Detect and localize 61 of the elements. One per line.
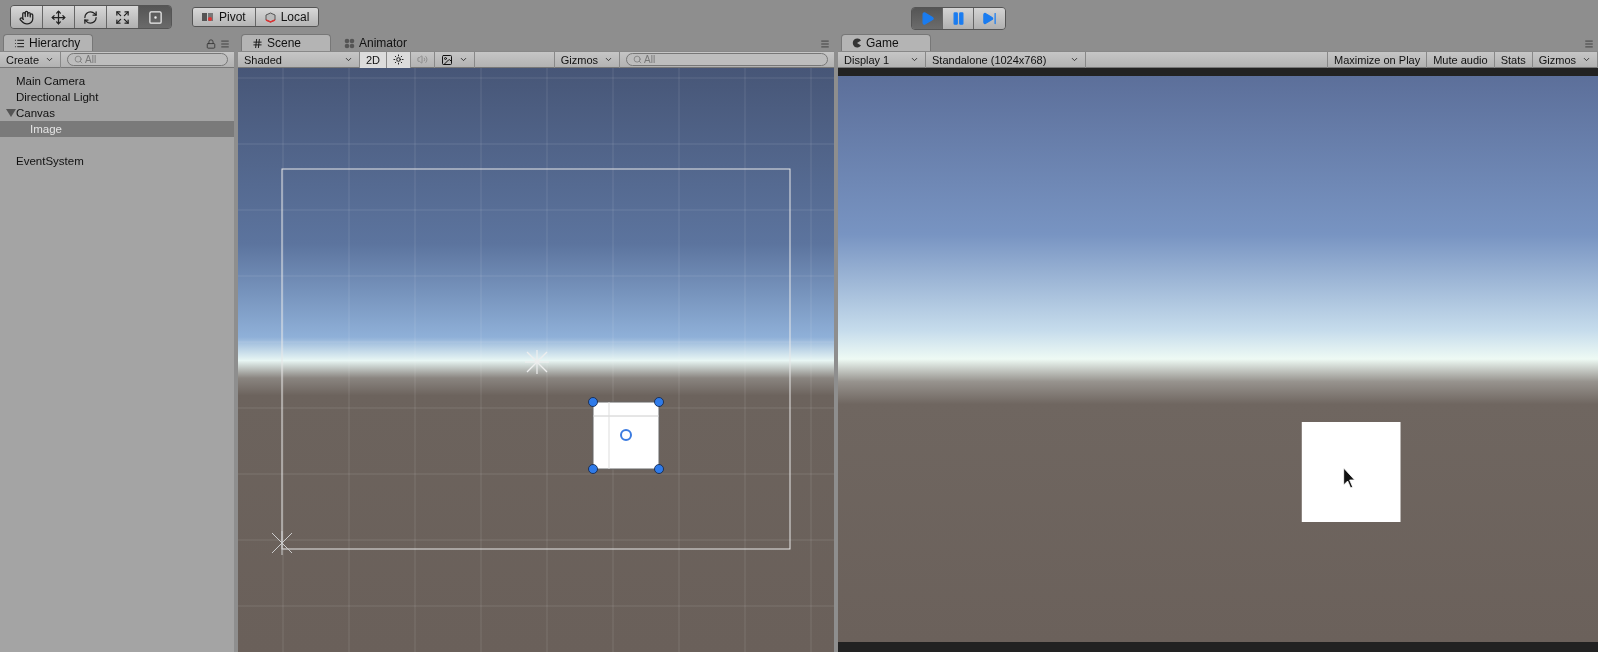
- search-icon: [633, 55, 642, 64]
- gizmos-dropdown[interactable]: Gizmos: [554, 51, 620, 68]
- caret-icon: [910, 55, 919, 64]
- nodes-icon: [344, 37, 355, 49]
- scale-icon: [115, 9, 130, 25]
- caret-icon: [344, 55, 353, 64]
- gizmos-dropdown[interactable]: Gizmos: [1532, 51, 1598, 68]
- grid-icon: [252, 37, 263, 49]
- tool-button[interactable]: [107, 6, 139, 28]
- playback-button[interactable]: [974, 8, 1005, 29]
- toggle-button[interactable]: Pivot: [193, 8, 256, 26]
- move-arrows-icon: [51, 9, 66, 25]
- lock-icon: [206, 39, 216, 49]
- toggle-button[interactable]: Local: [255, 8, 319, 26]
- menu-icon: [1584, 39, 1594, 49]
- light-gizmo-icon: [524, 349, 550, 375]
- menu-icon: [220, 39, 230, 49]
- image-icon: [441, 53, 454, 66]
- pacman-icon: [852, 38, 862, 48]
- list-icon: [14, 37, 25, 49]
- option-toggle[interactable]: Mute audio: [1427, 51, 1495, 68]
- panel-tab[interactable]: Hierarchy: [3, 34, 93, 51]
- search-icon: [74, 55, 84, 64]
- panel-tab[interactable]: Game: [841, 34, 931, 51]
- camera-gizmo-icon: [271, 530, 293, 556]
- caret-icon: [45, 55, 55, 64]
- menu-icon: [820, 39, 830, 49]
- speaker-icon: [417, 54, 429, 65]
- caret-icon: [604, 55, 613, 64]
- hand-icon: [19, 9, 34, 25]
- panel-tab[interactable]: Scene: [241, 34, 331, 51]
- pivot-icon: [202, 12, 214, 22]
- rotate-icon: [83, 9, 98, 25]
- rect-tool-icon: [147, 9, 163, 25]
- resolution-dropdown[interactable]: Standalone (1024x768): [926, 51, 1086, 68]
- hierarchy-item[interactable]: Directional Light: [0, 89, 234, 105]
- tool-button[interactable]: [43, 6, 75, 28]
- display-dropdown[interactable]: Display 1: [838, 51, 926, 68]
- play-icon: [919, 11, 935, 26]
- create-dropdown[interactable]: Create: [0, 51, 62, 68]
- option-toggle[interactable]: Stats: [1494, 51, 1533, 68]
- mode-2d-toggle[interactable]: 2D: [360, 51, 388, 68]
- hierarchy-item[interactable]: Canvas: [0, 105, 234, 121]
- pause-icon: [950, 11, 966, 26]
- image-rect-gizmo[interactable]: [588, 397, 664, 474]
- cube-icon: [264, 11, 276, 23]
- caret-icon: [1582, 55, 1591, 64]
- hierarchy-item[interactable]: Main Camera: [0, 73, 234, 89]
- mouse-cursor-icon: [1343, 467, 1356, 489]
- panel-tab[interactable]: Animator: [333, 34, 419, 51]
- playback-button[interactable]: [943, 8, 974, 29]
- expanded-triangle-icon[interactable]: [6, 108, 16, 118]
- step-icon: [982, 11, 997, 26]
- tool-button[interactable]: [75, 6, 107, 28]
- option-toggle[interactable]: Maximize on Play: [1328, 51, 1428, 68]
- sun-icon: [393, 54, 405, 65]
- tool-button[interactable]: [11, 6, 43, 28]
- caret-icon: [459, 55, 469, 64]
- caret-icon: [1070, 55, 1079, 64]
- lighting-toggle[interactable]: [387, 51, 412, 68]
- hierarchy-item[interactable]: EventSystem: [0, 153, 234, 169]
